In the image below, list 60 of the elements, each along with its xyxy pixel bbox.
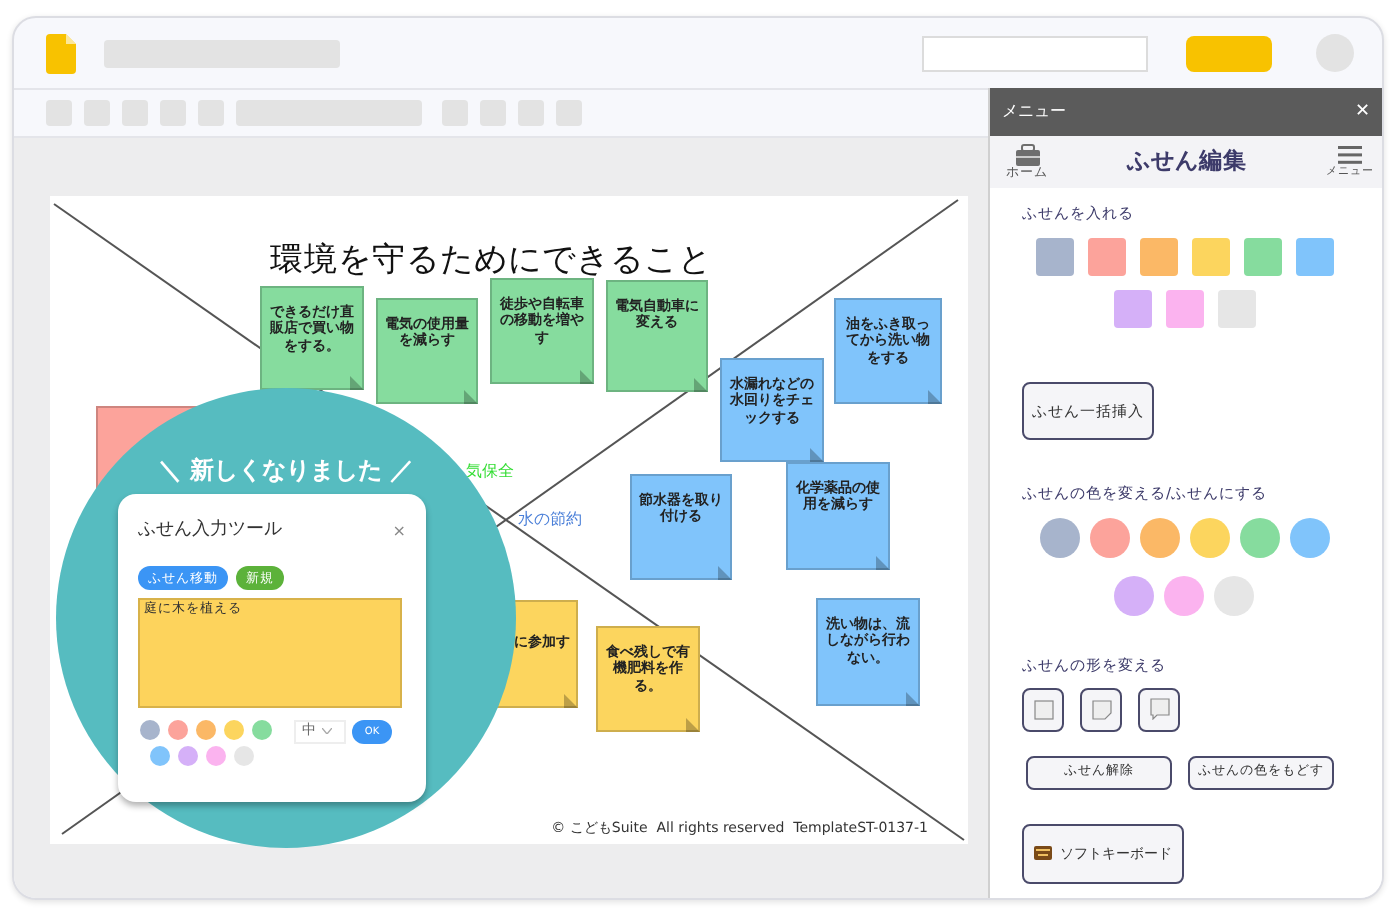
color-swatch[interactable] xyxy=(1217,290,1255,329)
shape-button[interactable] xyxy=(1080,687,1122,732)
category-label: 気保全 xyxy=(466,460,514,484)
color-dot[interactable] xyxy=(1289,517,1329,557)
menu-icon xyxy=(1338,145,1362,164)
caret-icon xyxy=(322,728,332,734)
avatar[interactable] xyxy=(1316,34,1354,72)
square-icon xyxy=(1033,699,1053,720)
shape-button[interactable] xyxy=(1022,687,1064,732)
toolbar-button[interactable] xyxy=(480,100,506,126)
color-dot[interactable] xyxy=(196,719,216,739)
color-dot[interactable] xyxy=(234,745,254,765)
speech-note-icon xyxy=(1149,698,1169,721)
document-icon xyxy=(46,33,76,73)
color-dot[interactable] xyxy=(1189,517,1229,557)
color-dot[interactable] xyxy=(252,719,272,739)
toolbar-button[interactable] xyxy=(122,100,148,126)
color-swatch[interactable] xyxy=(1139,238,1177,277)
color-dot[interactable] xyxy=(1164,575,1204,615)
keyboard-icon xyxy=(1034,846,1052,861)
color-dot[interactable] xyxy=(1039,517,1079,557)
toolbar-button[interactable] xyxy=(198,100,224,126)
color-dot[interactable] xyxy=(206,745,226,765)
panel-title: メニュー xyxy=(1002,100,1066,124)
color-swatch[interactable] xyxy=(1035,238,1073,277)
panel-heading: ふせん編集 xyxy=(1127,144,1247,179)
color-dot[interactable] xyxy=(140,719,160,739)
color-dot[interactable] xyxy=(150,745,170,765)
color-swatch[interactable] xyxy=(1165,290,1203,329)
color-swatch[interactable] xyxy=(1087,238,1125,277)
color-dot[interactable] xyxy=(1139,517,1179,557)
toolbox-icon xyxy=(1013,144,1041,167)
color-swatch[interactable] xyxy=(1113,290,1151,329)
color-dot[interactable] xyxy=(178,745,198,765)
toolbar-menu[interactable] xyxy=(236,100,422,126)
category-label: 水の節約 xyxy=(518,508,582,532)
color-dot[interactable] xyxy=(168,719,188,739)
color-swatch[interactable] xyxy=(1243,238,1281,277)
color-dot[interactable] xyxy=(1214,575,1254,615)
toolbar-button[interactable] xyxy=(442,100,468,126)
toolbar-button[interactable] xyxy=(84,100,110,126)
dialog-title: ふせん入力ツール xyxy=(138,518,282,544)
search-field[interactable] xyxy=(922,35,1148,71)
toolbar-button[interactable] xyxy=(160,100,186,126)
color-dot[interactable] xyxy=(1239,517,1279,557)
color-dot[interactable] xyxy=(1114,575,1154,615)
toolbar-button[interactable] xyxy=(556,100,582,126)
color-swatch[interactable] xyxy=(1295,238,1333,277)
shape-button[interactable] xyxy=(1138,687,1180,732)
color-dot[interactable] xyxy=(224,719,244,739)
close-button[interactable]: ✕ xyxy=(1354,103,1370,121)
slide-title: 環境を守るためにできること xyxy=(270,238,712,282)
toolbar-button[interactable] xyxy=(518,100,544,126)
close-button[interactable]: × xyxy=(392,523,406,540)
toolbar-button[interactable] xyxy=(46,100,72,126)
promo-headline: ＼ 新しくなりました ／ xyxy=(155,454,417,488)
color-dot[interactable] xyxy=(1089,517,1129,557)
share-button[interactable] xyxy=(1186,35,1272,71)
folded-note-icon xyxy=(1091,699,1111,720)
color-swatch[interactable] xyxy=(1191,238,1229,277)
